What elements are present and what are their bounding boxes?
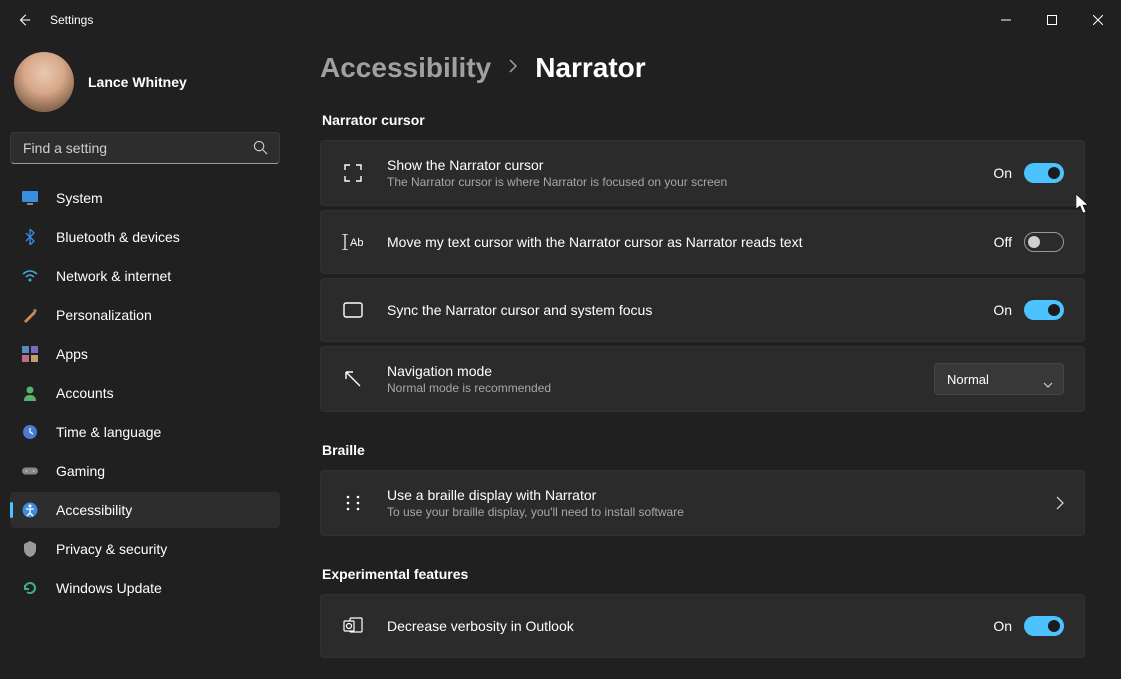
toggle-show-narrator-cursor[interactable] (1024, 163, 1064, 183)
sidebar-item-label: Time & language (56, 424, 161, 440)
sidebar-item-privacy[interactable]: Privacy & security (10, 531, 280, 567)
setting-title: Sync the Narrator cursor and system focu… (387, 302, 971, 318)
setting-sync-cursor-focus[interactable]: Sync the Narrator cursor and system focu… (320, 278, 1085, 342)
sidebar: Lance Whitney System Bluetooth & devices… (0, 40, 290, 679)
window-controls (983, 4, 1121, 36)
sidebar-item-label: Gaming (56, 463, 105, 479)
network-icon (22, 268, 38, 284)
sidebar-item-time[interactable]: Time & language (10, 414, 280, 450)
sidebar-item-label: Accounts (56, 385, 114, 401)
personalization-icon (22, 307, 38, 323)
setting-subtitle: To use your braille display, you'll need… (387, 505, 1034, 519)
chevron-down-icon (1043, 376, 1053, 391)
privacy-icon (22, 541, 38, 557)
setting-title: Use a braille display with Narrator (387, 487, 1034, 503)
toggle-state-label: On (993, 302, 1012, 318)
search-input[interactable] (10, 132, 280, 164)
setting-show-narrator-cursor[interactable]: Show the Narrator cursor The Narrator cu… (320, 140, 1085, 206)
setting-subtitle: Normal mode is recommended (387, 381, 912, 395)
cursor-focus-icon (341, 161, 365, 185)
section-heading-experimental: Experimental features (322, 566, 1085, 582)
sidebar-item-bluetooth[interactable]: Bluetooth & devices (10, 219, 280, 255)
back-button[interactable] (16, 12, 32, 28)
sidebar-item-label: Windows Update (56, 580, 162, 596)
app-title: Settings (50, 13, 93, 27)
sidebar-item-label: Personalization (56, 307, 152, 323)
search-icon (253, 140, 268, 160)
braille-icon (341, 491, 365, 515)
chevron-right-icon (507, 58, 519, 79)
setting-move-text-cursor[interactable]: Ab Move my text cursor with the Narrator… (320, 210, 1085, 274)
toggle-state-label: On (993, 165, 1012, 181)
user-name: Lance Whitney (88, 74, 187, 90)
sidebar-item-accounts[interactable]: Accounts (10, 375, 280, 411)
setting-title: Navigation mode (387, 363, 912, 379)
setting-subtitle: The Narrator cursor is where Narrator is… (387, 175, 971, 189)
sidebar-item-label: System (56, 190, 103, 206)
setting-decrease-verbosity-outlook[interactable]: Decrease verbosity in Outlook On (320, 594, 1085, 658)
section-heading-narrator-cursor: Narrator cursor (322, 112, 1085, 128)
sidebar-item-gaming[interactable]: Gaming (10, 453, 280, 489)
sidebar-item-personalization[interactable]: Personalization (10, 297, 280, 333)
time-icon (22, 424, 38, 440)
toggle-state-label: Off (994, 234, 1012, 250)
page-title: Narrator (535, 52, 645, 84)
user-profile[interactable]: Lance Whitney (10, 48, 280, 128)
chevron-right-icon (1056, 496, 1064, 510)
accounts-icon (22, 385, 38, 401)
setting-braille-display[interactable]: Use a braille display with Narrator To u… (320, 470, 1085, 536)
toggle-sync-cursor[interactable] (1024, 300, 1064, 320)
setting-title: Move my text cursor with the Narrator cu… (387, 234, 972, 250)
update-icon (22, 580, 38, 596)
minimize-button[interactable] (983, 4, 1029, 36)
apps-icon (22, 346, 38, 362)
setting-title: Show the Narrator cursor (387, 157, 971, 173)
sidebar-item-apps[interactable]: Apps (10, 336, 280, 372)
sidebar-item-label: Network & internet (56, 268, 171, 284)
gaming-icon (22, 463, 38, 479)
setting-navigation-mode[interactable]: Navigation mode Normal mode is recommend… (320, 346, 1085, 412)
setting-title: Decrease verbosity in Outlook (387, 618, 971, 634)
avatar (14, 52, 74, 112)
select-value: Normal (947, 372, 989, 387)
navigation-arrow-icon (341, 367, 365, 391)
sidebar-nav: System Bluetooth & devices Network & int… (10, 180, 280, 606)
section-heading-braille: Braille (322, 442, 1085, 458)
close-button[interactable] (1075, 4, 1121, 36)
breadcrumb: Accessibility Narrator (320, 52, 1085, 84)
sidebar-item-label: Apps (56, 346, 88, 362)
sidebar-item-accessibility[interactable]: Accessibility (10, 492, 280, 528)
outlook-icon (341, 614, 365, 638)
maximize-button[interactable] (1029, 4, 1075, 36)
main-content: Accessibility Narrator Narrator cursor S… (290, 40, 1121, 679)
sidebar-item-label: Accessibility (56, 502, 132, 518)
toggle-move-text-cursor[interactable] (1024, 232, 1064, 252)
accessibility-icon (22, 502, 38, 518)
sidebar-item-network[interactable]: Network & internet (10, 258, 280, 294)
navigation-mode-select[interactable]: Normal (934, 363, 1064, 395)
system-icon (22, 190, 38, 206)
sidebar-item-system[interactable]: System (10, 180, 280, 216)
sidebar-item-label: Privacy & security (56, 541, 167, 557)
breadcrumb-parent[interactable]: Accessibility (320, 52, 491, 84)
toggle-decrease-verbosity[interactable] (1024, 616, 1064, 636)
text-cursor-icon: Ab (341, 230, 365, 254)
toggle-state-label: On (993, 618, 1012, 634)
focus-box-icon (341, 298, 365, 322)
sidebar-item-label: Bluetooth & devices (56, 229, 180, 245)
sidebar-item-update[interactable]: Windows Update (10, 570, 280, 606)
titlebar: Settings (0, 0, 1121, 40)
svg-text:Ab: Ab (350, 237, 363, 249)
bluetooth-icon (22, 229, 38, 245)
